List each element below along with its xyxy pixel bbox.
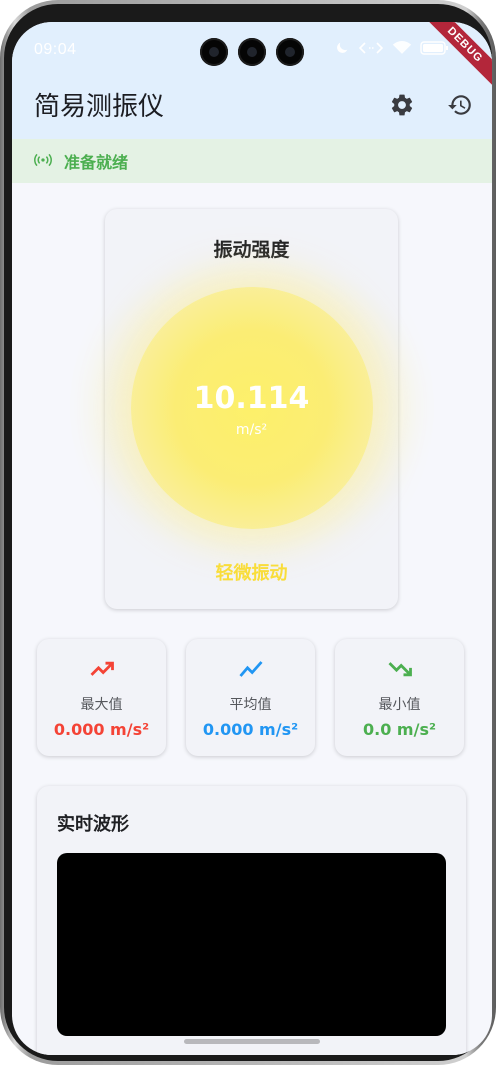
show-chart-icon bbox=[238, 661, 263, 677]
status-text: 准备就绪 bbox=[64, 153, 129, 172]
waveform-card: 实时波形 bbox=[37, 786, 466, 1055]
stat-label-avg: 平均值 bbox=[229, 697, 272, 713]
stat-value-max: 0.000 m/s² bbox=[53, 720, 150, 739]
trending-up-icon bbox=[90, 661, 114, 676]
stat-card-min: 最小值 0.0 m/s² bbox=[335, 639, 464, 756]
phone-frame: 09:04 DEBUG 简易测振仪 准备就绪 振动强度 10.114 m/s² … bbox=[0, 0, 496, 1065]
stat-card-max: 最大值 0.000 m/s² bbox=[37, 639, 166, 756]
app-title: 简易测振仪 bbox=[34, 92, 165, 122]
battery-icon bbox=[420, 40, 450, 62]
status-banner: 准备就绪 bbox=[12, 139, 492, 183]
trending-down-icon bbox=[388, 662, 412, 677]
camera-lens-3 bbox=[276, 38, 304, 66]
app-screen: 09:04 DEBUG 简易测振仪 准备就绪 振动强度 10.114 m/s² … bbox=[12, 22, 492, 1055]
top-app-bar: 09:04 DEBUG 简易测振仪 bbox=[12, 22, 492, 139]
stat-card-avg: 平均值 0.000 m/s² bbox=[186, 639, 315, 756]
intensity-title: 振动强度 bbox=[213, 239, 290, 261]
waveform-canvas bbox=[57, 853, 446, 1036]
waveform-title: 实时波形 bbox=[57, 814, 129, 835]
code-arrows-icon bbox=[358, 40, 384, 62]
intensity-card: 振动强度 10.114 m/s² 轻微振动 bbox=[65, 209, 438, 609]
status-icons bbox=[334, 40, 450, 62]
camera-lens-2 bbox=[238, 38, 266, 66]
history-icon bbox=[448, 95, 471, 115]
intensity-unit: m/s² bbox=[235, 422, 268, 438]
intensity-level: 轻微振动 bbox=[215, 563, 288, 584]
broadcast-icon bbox=[34, 152, 52, 171]
stat-value-avg: 0.000 m/s² bbox=[202, 720, 299, 739]
history-button[interactable] bbox=[446, 91, 474, 119]
phone-bezel: 09:04 DEBUG 简易测振仪 准备就绪 振动强度 10.114 m/s² … bbox=[4, 4, 492, 1061]
settings-button[interactable] bbox=[388, 91, 416, 119]
stat-label-max: 最大值 bbox=[80, 697, 123, 713]
moon-icon bbox=[334, 40, 350, 62]
stat-value-min: 0.0 m/s² bbox=[363, 720, 436, 739]
intensity-value: 10.114 bbox=[193, 381, 310, 416]
home-indicator[interactable] bbox=[184, 1039, 320, 1044]
camera-lens-1 bbox=[200, 38, 228, 66]
wifi-icon bbox=[392, 40, 412, 62]
settings-icon bbox=[391, 94, 413, 116]
stat-label-min: 最小值 bbox=[378, 697, 421, 713]
status-time: 09:04 bbox=[34, 41, 77, 58]
